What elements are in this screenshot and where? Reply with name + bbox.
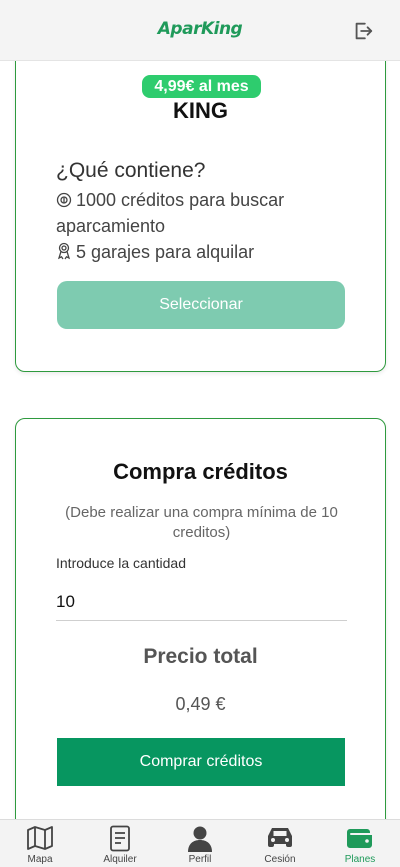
feature-credits-text: 1000 créditos para buscar aparcamiento	[56, 190, 285, 236]
tab-cesion[interactable]: Cesión	[240, 820, 320, 867]
tab-planes-label: Planes	[344, 854, 376, 865]
logout-icon[interactable]	[352, 20, 374, 42]
total-price-label: Precio total	[143, 645, 258, 668]
user-icon	[188, 826, 212, 852]
price-badge: 4,99€ al mes	[142, 75, 261, 98]
tab-alquiler[interactable]: Alquiler	[80, 820, 160, 867]
contains-title: ¿Qué contiene?	[56, 159, 206, 182]
coin-icon	[56, 192, 72, 208]
tab-mapa[interactable]: Mapa	[0, 820, 80, 867]
award-icon	[57, 242, 71, 260]
plan-name: KING	[173, 98, 228, 123]
app-logo[interactable]: AparKing	[0, 19, 400, 39]
buy-credits-button[interactable]: Comprar créditos	[57, 738, 345, 786]
map-icon	[27, 826, 53, 850]
feature-garages: 5 garajes para alquilar	[56, 239, 254, 265]
buy-credits-title: Compra créditos	[113, 459, 288, 484]
document-icon	[110, 825, 130, 852]
tab-perfil-label: Perfil	[188, 854, 212, 865]
select-plan-button[interactable]: Seleccionar	[57, 281, 345, 329]
car-icon	[268, 828, 292, 847]
plan-card: 4,99€ al mes KING ¿Qué contiene? 1000 cr…	[15, 61, 386, 372]
tab-planes[interactable]: Planes	[320, 820, 400, 867]
minimum-purchase-note: (Debe realizar una compra mínima de 10 c…	[65, 504, 338, 541]
buy-credits-card: Compra créditos (Debe realizar una compr…	[15, 418, 386, 819]
bottom-tab-bar: Mapa Alquiler Perfil Cesión Planes	[0, 819, 400, 867]
quantity-input[interactable]	[56, 583, 347, 621]
wallet-icon	[347, 829, 372, 848]
app-header: AparKing	[0, 0, 400, 61]
feature-garages-text: 5 garajes para alquilar	[76, 242, 255, 262]
tab-mapa-label: Mapa	[27, 854, 53, 865]
tab-cesion-label: Cesión	[264, 854, 296, 865]
tab-perfil[interactable]: Perfil	[160, 820, 240, 867]
tab-alquiler-label: Alquiler	[103, 854, 137, 865]
feature-credits: 1000 créditos para buscar aparcamiento	[56, 187, 346, 239]
main-content[interactable]: 4,99€ al mes KING ¿Qué contiene? 1000 cr…	[0, 61, 400, 819]
total-price-value: 0,49 €	[175, 694, 226, 714]
quantity-label: Introduce la cantidad	[56, 555, 186, 571]
